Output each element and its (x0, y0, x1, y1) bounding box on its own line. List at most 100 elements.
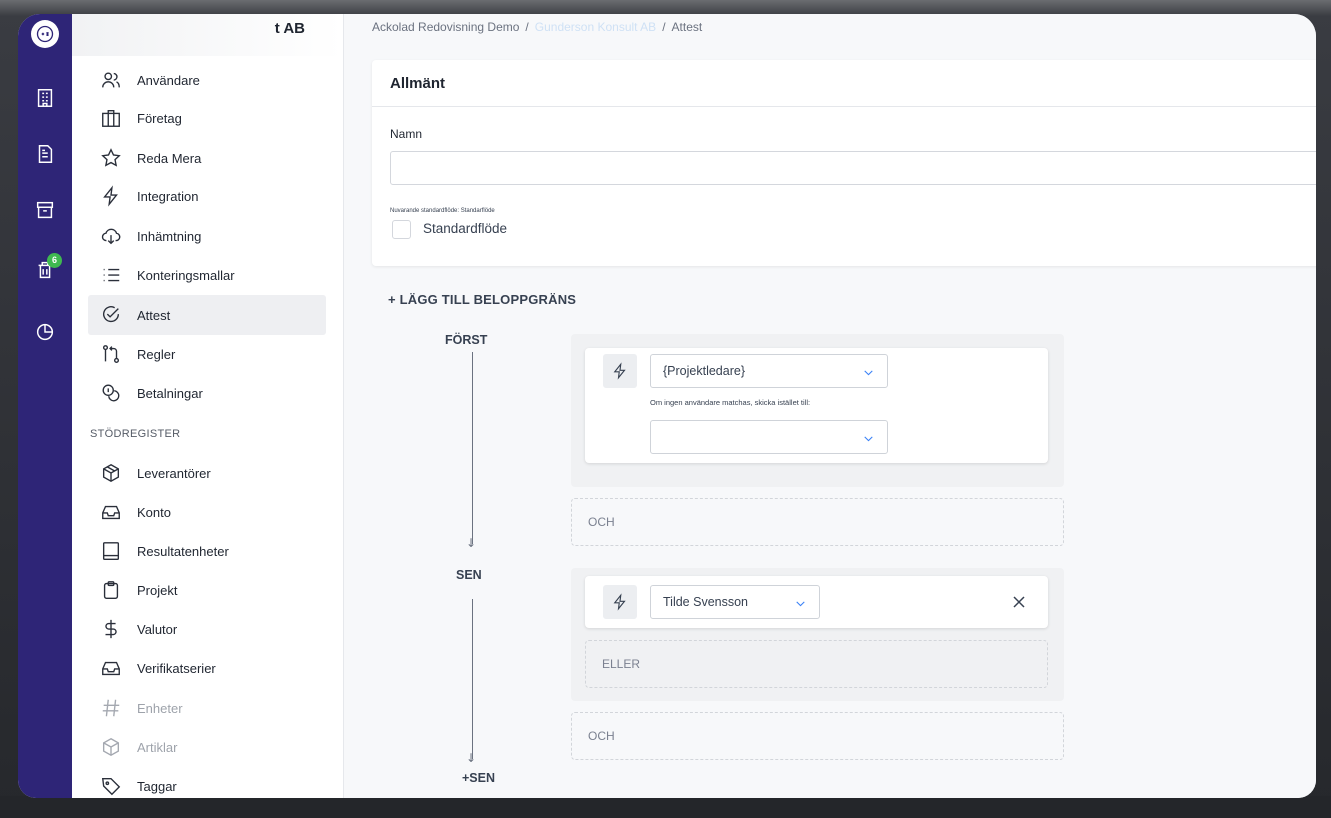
sidebar-item-label: Projekt (137, 582, 178, 598)
bolt-icon[interactable] (603, 354, 637, 388)
arrow-down-icon: ↓ (466, 751, 477, 765)
sidebar-item-projekt[interactable]: Projekt (88, 570, 326, 610)
sidebar-item-label: Användare (137, 72, 200, 88)
company-header[interactable]: t AB (72, 14, 343, 56)
or-dropzone[interactable]: ELLER (585, 640, 1048, 688)
nav-sidebar: t AB Användare Företag Reda Mera Integra… (72, 14, 344, 798)
sidebar-item-taggar[interactable]: Taggar (88, 766, 326, 798)
fallback-select[interactable] (650, 420, 888, 454)
icon-rail: 6 (18, 14, 72, 798)
sidebar-item-label: Leverantörer (137, 465, 211, 481)
dollar-icon (105, 619, 117, 639)
pie-chart-icon[interactable] (18, 312, 72, 352)
name-input[interactable] (390, 151, 1316, 185)
inbox-icon (102, 661, 120, 676)
hash-icon (102, 699, 120, 717)
tag-icon (101, 777, 121, 796)
flow-line (472, 352, 473, 544)
chevron-down-icon (864, 370, 873, 376)
fallback-hint: Om ingen användare matchas, skicka istäl… (650, 398, 811, 407)
sidebar-item-betalningar[interactable]: Betalningar (88, 373, 326, 413)
default-flow-info: Nuvarande standardflöde: Standarflöde (390, 208, 495, 214)
sidebar-item-label: Inhämtning (137, 228, 202, 244)
git-rules-icon (102, 345, 120, 363)
chevron-down-icon (796, 601, 805, 607)
sidebar-item-integration[interactable]: Integration (88, 176, 326, 216)
package-icon (102, 463, 120, 483)
breadcrumb: Ackolad Redovisning Demo / Gunderson Konsu… (372, 20, 703, 34)
and-dropzone-first[interactable]: OCH (571, 498, 1064, 546)
approver-card: {Projektledare} Om ingen användare match… (585, 348, 1048, 463)
add-then-stage-button[interactable]: +SEN (462, 771, 495, 785)
trash-icon[interactable]: 6 (18, 250, 72, 290)
breadcrumb-root[interactable]: Ackolad Redovisning Demo (372, 20, 519, 34)
arrow-down-icon: ↓ (466, 536, 477, 550)
document-icon[interactable] (18, 134, 72, 174)
sidebar-item-label: Resultatenheter (137, 543, 229, 559)
book-icon (102, 542, 120, 560)
sidebar-item-konteringsmallar[interactable]: Konteringsmallar (88, 255, 326, 295)
stage-label-first: FÖRST (445, 333, 488, 347)
divider (372, 106, 1316, 107)
chevron-down-icon (864, 436, 873, 442)
box-icon (102, 737, 120, 757)
sidebar-item-foretag[interactable]: Företag (88, 98, 326, 138)
cloud-download-icon (101, 228, 121, 245)
sidebar-item-anvandare[interactable]: Användare (88, 60, 326, 100)
sidebar-item-konto[interactable]: Konto (88, 492, 326, 532)
sidebar-item-verifikatserier[interactable]: Verifikatserier (88, 648, 326, 688)
sidebar-item-label: Enheter (137, 700, 183, 716)
sidebar-item-label: Konteringsmallar (137, 267, 235, 283)
approver-group-first: {Projektledare} Om ingen användare match… (571, 334, 1064, 487)
sidebar-item-label: Valutor (137, 621, 178, 637)
list-icon (103, 268, 120, 282)
inbox-icon (102, 505, 120, 520)
sidebar-item-label: Företag (137, 110, 182, 126)
sidebar-item-label: Reda Mera (137, 150, 202, 166)
logo-icon[interactable] (31, 20, 59, 48)
section-label-stodregister: STÖDREGISTER (90, 428, 181, 440)
briefcase-icon (102, 109, 120, 127)
breadcrumb-current: Attest (671, 20, 703, 34)
sidebar-item-label: Regler (137, 346, 176, 362)
sidebar-item-label: Betalningar (137, 385, 203, 401)
general-card: Allmänt Namn Nuvarande standardflöde: St… (372, 60, 1316, 266)
sidebar-item-artiklar[interactable]: Artiklar (88, 727, 326, 767)
clipboard-icon (103, 581, 119, 599)
star-icon (101, 148, 121, 167)
bolt-icon[interactable] (603, 585, 637, 619)
company-name: t AB (274, 20, 305, 37)
approver-group-then: Tilde Svensson ELLER (571, 568, 1064, 701)
flow-line (472, 599, 473, 759)
coins-icon (102, 384, 120, 402)
approver-select[interactable]: {Projektledare} (650, 354, 888, 388)
remove-approver-close-icon[interactable] (1009, 592, 1029, 612)
default-flow-label: Standardflöde (423, 221, 508, 236)
sidebar-item-enheter[interactable]: Enheter (88, 688, 326, 728)
add-amount-limit-button[interactable]: + LÄGG TILL BELOPPGRÄNS (388, 292, 576, 307)
sidebar-item-attest[interactable]: Attest (88, 295, 326, 335)
breadcrumb-company[interactable]: Gunderson Konsult AB (535, 20, 656, 34)
sidebar-item-leverantorer[interactable]: Leverantörer (88, 453, 326, 493)
sidebar-item-inhamtning[interactable]: Inhämtning (88, 216, 326, 256)
sidebar-item-valutor[interactable]: Valutor (88, 609, 326, 649)
card-title: Allmänt (390, 75, 446, 92)
sidebar-item-label: Integration (137, 188, 199, 204)
users-icon (102, 72, 120, 88)
approver-card: Tilde Svensson (585, 576, 1048, 628)
approver-select[interactable]: Tilde Svensson (650, 585, 820, 619)
sidebar-item-label: Taggar (137, 778, 177, 794)
notification-badge: 6 (47, 253, 62, 268)
default-flow-checkbox[interactable] (392, 220, 411, 239)
archive-icon[interactable] (18, 190, 72, 230)
sidebar-item-regler[interactable]: Regler (88, 334, 326, 374)
sidebar-item-resultatenheter[interactable]: Resultatenheter (88, 531, 326, 571)
name-label: Namn (390, 127, 423, 141)
check-circle-icon (102, 306, 120, 323)
and-dropzone-then[interactable]: OCH (571, 712, 1064, 760)
sidebar-item-reda-mera[interactable]: Reda Mera (88, 138, 326, 178)
app-screen: 6 t AB Användare Företag Reda Mera Integ… (18, 14, 1316, 798)
sidebar-item-label: Verifikatserier (137, 660, 216, 676)
stage-label-then: SEN (456, 568, 482, 582)
building-icon[interactable] (18, 78, 72, 118)
